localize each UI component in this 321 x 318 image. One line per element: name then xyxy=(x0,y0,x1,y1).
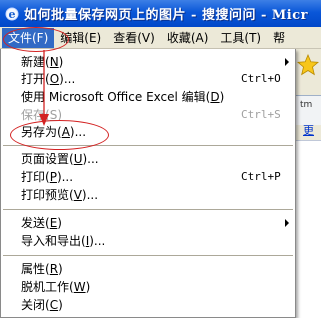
background-link-fragment[interactable]: 更 xyxy=(303,122,314,138)
menu-item-import-export[interactable]: 导入和导出(I)... xyxy=(1,232,295,250)
menu-view[interactable]: 查看(V) xyxy=(107,28,161,48)
menu-favorites[interactable]: 收藏(A) xyxy=(161,28,215,48)
menu-item-work-offline[interactable]: 脱机工作(W) xyxy=(1,278,295,296)
menu-item-shortcut: Ctrl+P xyxy=(241,170,281,183)
svg-text:e: e xyxy=(9,8,16,21)
menu-item-print-preview[interactable]: 打印预览(V)... xyxy=(1,186,295,204)
menu-item-label: 页面设置(U)... xyxy=(21,152,99,166)
favorites-star-icon[interactable] xyxy=(297,54,319,76)
menu-item-close[interactable]: 关闭(C) xyxy=(1,296,295,314)
annotation-circle-save-as xyxy=(10,120,109,150)
window-title: 如何批量保存网页上的图片 - 搜搜问问 - Micr xyxy=(24,8,308,23)
title-bar: e 如何批量保存网页上的图片 - 搜搜问问 - Micr xyxy=(0,0,321,27)
menu-item-label: 打印(P)... xyxy=(21,170,74,184)
menu-item-label: 关闭(C) xyxy=(21,298,63,312)
menu-separator xyxy=(3,209,293,210)
menu-item-label: 导入和导出(I)... xyxy=(21,234,106,248)
menu-item-shortcut: Ctrl+O xyxy=(241,72,281,85)
submenu-arrow-icon xyxy=(285,58,289,66)
menu-item-label: 脱机工作(W) xyxy=(21,280,91,294)
background-text-fragment: tm xyxy=(300,100,313,110)
menu-item-label: 打印预览(V)... xyxy=(21,188,99,202)
menu-help[interactable]: 帮 xyxy=(267,28,291,48)
background-content xyxy=(296,140,321,318)
ie-icon: e xyxy=(5,7,19,21)
menu-item-label: 发送(E) xyxy=(21,216,62,230)
menu-item-shortcut: Ctrl+S xyxy=(241,108,281,121)
menu-item-page-setup[interactable]: 页面设置(U)... xyxy=(1,150,295,168)
menu-item-properties[interactable]: 属性(R) xyxy=(1,260,295,278)
menu-item-send[interactable]: 发送(E) xyxy=(1,214,295,232)
menu-item-label: 属性(R) xyxy=(21,262,63,276)
annotation-arrow-icon xyxy=(39,50,49,126)
menu-item-print[interactable]: 打印(P)... Ctrl+P xyxy=(1,168,295,186)
submenu-arrow-icon xyxy=(285,219,289,227)
menu-tools[interactable]: 工具(T) xyxy=(214,28,267,48)
menu-separator xyxy=(3,255,293,256)
